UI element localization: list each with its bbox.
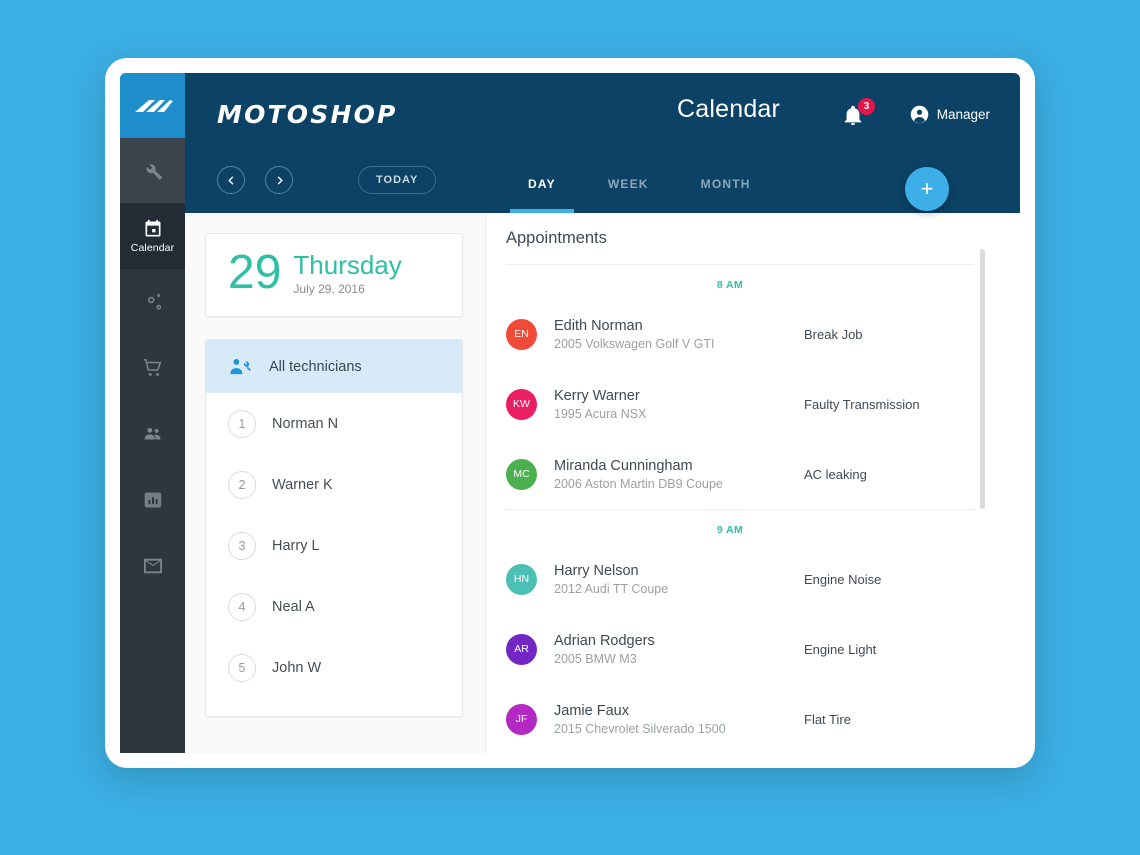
tab-week[interactable]: WEEK — [608, 159, 649, 213]
time-group-header: 9 AM — [716, 524, 744, 536]
customer-name: Miranda Cunningham — [554, 457, 693, 474]
vehicle-label: 2015 Chevrolet Silverado 1500 — [554, 721, 726, 736]
technician-name: Warner K — [272, 476, 333, 493]
vehicle-label: 2005 Volkswagen Golf V GTI — [554, 336, 715, 351]
technician-all-label: All technicians — [269, 358, 362, 375]
date-card: 29 Thursday July 29, 2016 — [205, 233, 463, 317]
technician-item[interactable]: 4 Neal A — [206, 576, 462, 637]
vehicle-label: 1995 Acura NSX — [554, 406, 647, 421]
technician-number: 3 — [228, 531, 256, 560]
technician-name: Harry L — [272, 537, 320, 554]
job-label: Engine Noise — [804, 571, 882, 587]
customer-name: Kerry Warner — [554, 387, 640, 404]
notification-badge: 3 — [858, 98, 875, 115]
left-nav-rail: Calendar — [120, 73, 185, 753]
view-tabs: DAY WEEK MONTH — [510, 159, 803, 213]
user-name-label: Manager — [936, 107, 990, 122]
date-full: July 29, 2016 — [293, 282, 365, 296]
technician-number: 4 — [228, 592, 256, 621]
vehicle-label: 2006 Aston Martin DB9 Coupe — [554, 476, 723, 491]
customer-name: Adrian Rodgers — [554, 632, 655, 649]
sidebar-item-customers[interactable] — [120, 401, 185, 467]
technician-item[interactable]: 5 John W — [206, 637, 462, 698]
avatar: KW — [506, 388, 537, 420]
technician-item-all[interactable]: All technicians — [206, 340, 462, 393]
app-screen: Calendar MOTOSHOP Calendar 3 Manager TOD… — [120, 73, 1020, 753]
tablet-device-frame: Calendar MOTOSHOP Calendar 3 Manager TOD… — [105, 58, 1035, 768]
appointment-row[interactable]: JF Jamie Faux 2015 Chevrolet Silverado 1… — [486, 684, 974, 753]
appointment-row[interactable]: AR Adrian Rodgers 2005 BMW M3 Engine Lig… — [486, 614, 974, 684]
app-logo[interactable] — [120, 73, 185, 138]
today-button[interactable]: TODAY — [358, 166, 437, 194]
technician-item[interactable]: 3 Harry L — [206, 515, 462, 576]
avatar: JF — [506, 703, 537, 735]
vehicle-label: 2012 Audi TT Coupe — [554, 581, 669, 596]
avatar: AR — [506, 633, 537, 665]
calendar-nav-row: TODAY DAY WEEK MONTH — [185, 159, 1020, 213]
gears-icon — [147, 294, 161, 310]
wrench-icon — [146, 163, 162, 180]
user-menu[interactable]: Manager — [909, 104, 990, 125]
appointment-row[interactable]: HN Harry Nelson 2012 Audi TT Coupe Engin… — [486, 544, 974, 614]
bar-chart-icon — [144, 492, 161, 508]
job-label: AC leaking — [804, 466, 867, 482]
customer-name: Edith Norman — [554, 317, 643, 334]
technician-number: 1 — [228, 409, 256, 438]
add-appointment-fab[interactable]: + — [905, 167, 949, 211]
sidebar-item-settings[interactable] — [120, 269, 185, 335]
prev-day-button[interactable] — [217, 166, 245, 194]
sidebar-item-label: Calendar — [130, 241, 175, 254]
shopping-cart-icon — [143, 358, 161, 376]
next-day-button[interactable] — [265, 166, 293, 194]
page-title: Calendar — [677, 95, 781, 123]
appointment-row[interactable]: EN Edith Norman 2005 Volkswagen Golf V G… — [486, 299, 974, 369]
time-group-header: 8 AM — [716, 279, 744, 291]
job-label: Engine Light — [804, 641, 877, 657]
appointment-row[interactable]: KW Kerry Warner 1995 Acura NSX Faulty Tr… — [486, 369, 974, 439]
brand-wordmark: MOTOSHOP — [217, 100, 398, 129]
tab-month[interactable]: MONTH — [701, 159, 751, 213]
job-label: Break Job — [804, 326, 863, 342]
customer-name: Jamie Faux — [554, 702, 629, 719]
appointment-row[interactable]: MC Miranda Cunningham 2006 Aston Martin … — [486, 439, 974, 509]
user-avatar-icon — [910, 105, 928, 124]
technician-name: Norman N — [272, 415, 339, 432]
technicians-card: All technicians 1 Norman N 2 Warner K 3 … — [205, 339, 463, 717]
sidebar-item-orders[interactable] — [120, 335, 185, 401]
appointments-panel: Appointments 8 AM EN Edith Norman 2005 V… — [485, 213, 1020, 753]
sidebar-item-reports[interactable] — [120, 467, 185, 533]
date-day-number: 29 — [228, 246, 282, 299]
technician-number: 2 — [228, 470, 256, 499]
job-label: Faulty Transmission — [804, 396, 920, 412]
mail-icon — [143, 558, 162, 574]
appointments-list: 8 AM EN Edith Norman 2005 Volkswagen Gol… — [486, 265, 1020, 753]
avatar: MC — [506, 458, 537, 490]
technician-number: 5 — [228, 653, 256, 682]
people-icon — [144, 427, 160, 440]
tab-day[interactable]: DAY — [510, 159, 574, 213]
avatar: EN — [506, 318, 537, 350]
chevron-right-icon — [277, 175, 283, 185]
job-label: Flat Tire — [804, 711, 851, 727]
sidebar-item-tools[interactable] — [120, 138, 185, 203]
top-header-bar: MOTOSHOP Calendar 3 Manager TODAY DAY WE… — [185, 73, 1020, 213]
main-content: 29 Thursday July 29, 2016 All technician… — [185, 213, 1020, 753]
left-column: 29 Thursday July 29, 2016 All technician… — [205, 233, 463, 717]
technician-item[interactable]: 2 Warner K — [206, 454, 462, 515]
technician-name: John W — [272, 659, 322, 676]
vehicle-label: 2005 BMW M3 — [554, 651, 637, 666]
calendar-icon — [145, 219, 160, 236]
appointments-title: Appointments — [506, 229, 607, 247]
technician-icon — [230, 358, 251, 374]
notifications-button[interactable]: 3 — [842, 98, 875, 131]
avatar: HN — [506, 563, 537, 595]
sidebar-item-messages[interactable] — [120, 533, 185, 599]
sidebar-item-calendar[interactable]: Calendar — [120, 203, 185, 269]
technician-name: Neal A — [272, 598, 315, 615]
customer-name: Harry Nelson — [554, 562, 639, 579]
chevron-left-icon — [227, 175, 233, 185]
motoshop-logo-icon — [134, 99, 173, 112]
date-day-name: Thursday — [293, 250, 402, 280]
technician-item[interactable]: 1 Norman N — [206, 393, 462, 454]
